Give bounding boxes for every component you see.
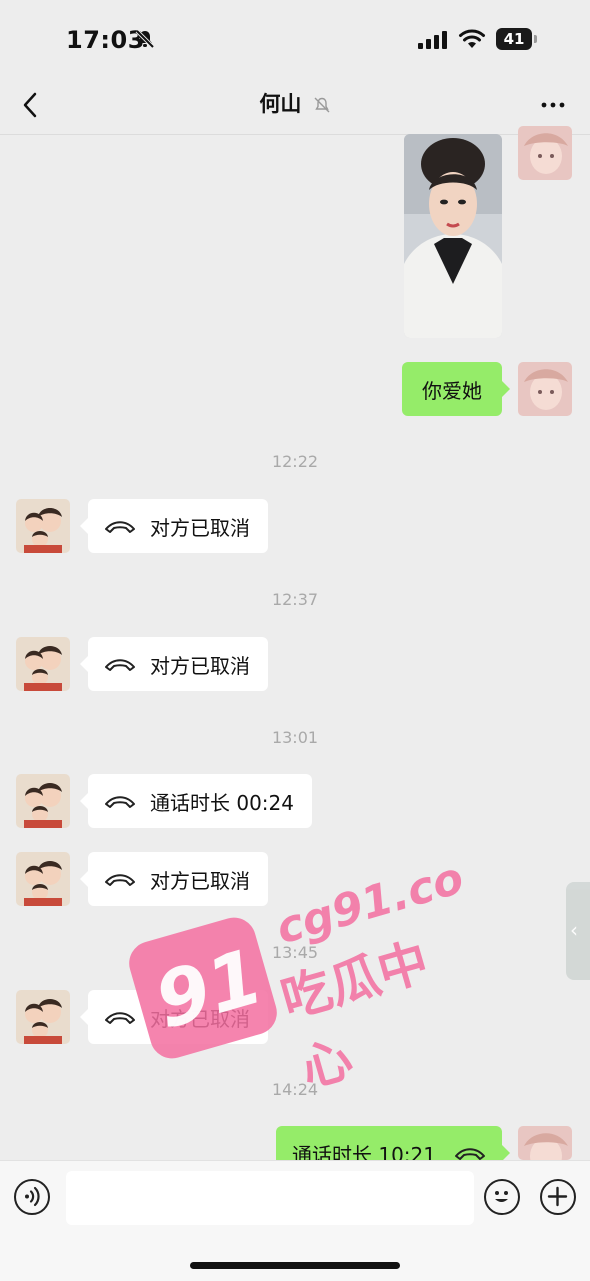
chat-title: 何山 <box>259 92 302 116</box>
plus-icon <box>547 1186 568 1207</box>
call-bubble[interactable]: 通话时长 00:24 <box>80 774 312 828</box>
phone-hangup-icon <box>105 796 135 808</box>
plus-button[interactable] <box>540 1179 576 1215</box>
watermark-url: cg91.co <box>270 852 470 955</box>
phone-hangup-icon <box>105 1012 135 1024</box>
emoji-icon <box>495 1191 508 1202</box>
more-dots-icon[interactable] <box>540 92 566 118</box>
phone-hangup-icon <box>105 521 135 533</box>
self-avatar[interactable] <box>518 1126 572 1160</box>
chevron-left-icon: ‹ <box>570 918 578 942</box>
call-status-text: 通话时长 00:24 <box>150 790 294 815</box>
call-status-text: 对方已取消 <box>150 515 250 540</box>
phone-hangup-icon <box>455 1148 485 1160</box>
call-bubble[interactable]: 对方已取消 <box>80 852 268 906</box>
timestamp: 13:01 <box>271 728 319 747</box>
watermark-name: 吃瓜中心 <box>274 932 436 1099</box>
timestamp: 13:45 <box>271 943 319 962</box>
battery-nub <box>534 35 537 43</box>
side-collapse-tab[interactable]: ‹ <box>566 882 590 980</box>
voice-icon <box>25 1186 40 1207</box>
wifi-icon <box>459 29 485 48</box>
battery-indicator: 41 <box>496 28 532 50</box>
signal-icon <box>418 31 447 49</box>
self-avatar[interactable] <box>518 362 572 416</box>
sent-photo[interactable] <box>404 134 502 338</box>
contact-avatar[interactable] <box>16 637 70 691</box>
chat-title-wrap: 何山 <box>0 88 590 118</box>
bell-off-icon <box>314 97 330 113</box>
timestamp: 12:22 <box>271 452 319 471</box>
home-indicator <box>190 1262 400 1269</box>
call-status-text: 对方已取消 <box>150 653 250 678</box>
status-bar: 17:03 41 <box>0 0 590 80</box>
message-bubble-self[interactable]: 你爱她 <box>402 362 510 416</box>
call-status-text: 对方已取消 <box>150 1006 250 1031</box>
contact-avatar[interactable] <box>16 990 70 1044</box>
timestamp: 12:37 <box>271 590 319 609</box>
contact-avatar[interactable] <box>16 852 70 906</box>
chat-header: 何山 <box>0 80 590 135</box>
voice-button[interactable] <box>14 1179 50 1215</box>
contact-avatar[interactable] <box>16 774 70 828</box>
call-bubble[interactable]: 对方已取消 <box>80 499 268 553</box>
contact-avatar[interactable] <box>16 499 70 553</box>
timestamp: 14:24 <box>271 1080 319 1099</box>
phone-hangup-icon <box>105 659 135 671</box>
self-avatar[interactable] <box>518 126 572 180</box>
call-bubble[interactable]: 对方已取消 <box>80 637 268 691</box>
message-text: 你爱她 <box>422 378 482 403</box>
bell-off-icon <box>135 29 155 49</box>
emoji-button[interactable] <box>484 1179 520 1215</box>
call-bubble[interactable]: 对方已取消 <box>80 990 268 1044</box>
phone-hangup-icon <box>105 874 135 886</box>
message-input[interactable] <box>66 1171 474 1225</box>
call-status-text: 对方已取消 <box>150 868 250 893</box>
